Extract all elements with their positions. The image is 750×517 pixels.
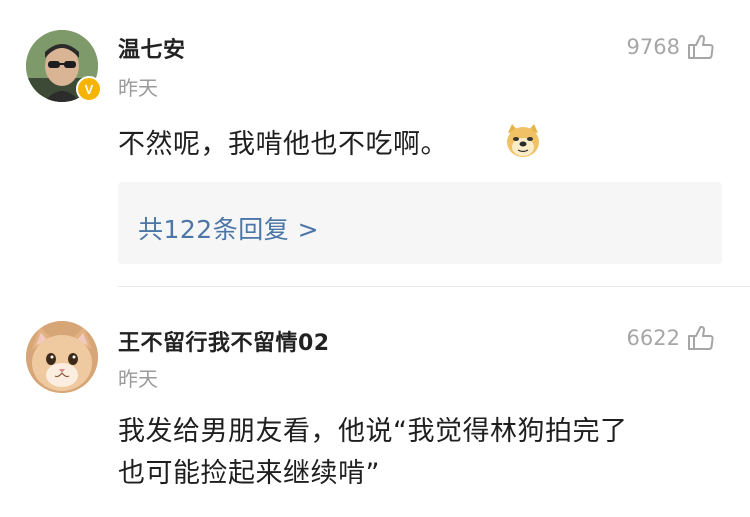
- like-count: 9768: [626, 35, 680, 59]
- verified-badge-icon: V: [76, 76, 102, 102]
- username[interactable]: 王不留行我不留情02: [118, 325, 330, 357]
- like-count: 6622: [626, 326, 680, 350]
- doge-icon: [504, 123, 542, 159]
- comment-time: 昨天: [118, 76, 158, 100]
- comment-text: 我发给男朋友看，他说“我觉得林狗拍完了 也可能捡起来继续啃”: [118, 411, 728, 495]
- thumbs-up-icon: [688, 326, 714, 350]
- username[interactable]: 温七安: [118, 32, 186, 64]
- comment-text-line: 也可能捡起来继续啃”: [118, 458, 380, 489]
- view-replies-link[interactable]: 共122条回复 >: [138, 210, 319, 246]
- like-button[interactable]: 6622: [627, 324, 714, 352]
- like-button[interactable]: 9768: [627, 33, 714, 61]
- replies-panel[interactable]: 共122条回复 >: [118, 182, 722, 264]
- comment-text-line: 我发给男朋友看，他说“我觉得林狗拍完了: [118, 416, 628, 447]
- comment-item: 王不留行我不留情02 昨天 6622 我发给男朋友看，他说“我觉得林狗拍完了 也…: [0, 287, 750, 517]
- comment-time: 昨天: [118, 367, 158, 391]
- avatar[interactable]: [26, 321, 98, 393]
- comment-text: 不然呢，我啃他也不吃啊。: [118, 129, 448, 160]
- comment-item: V 温七安 昨天 9768 不然呢，我啃他也不吃啊。 共122条回复 >: [0, 0, 750, 286]
- thumbs-up-icon: [688, 35, 714, 59]
